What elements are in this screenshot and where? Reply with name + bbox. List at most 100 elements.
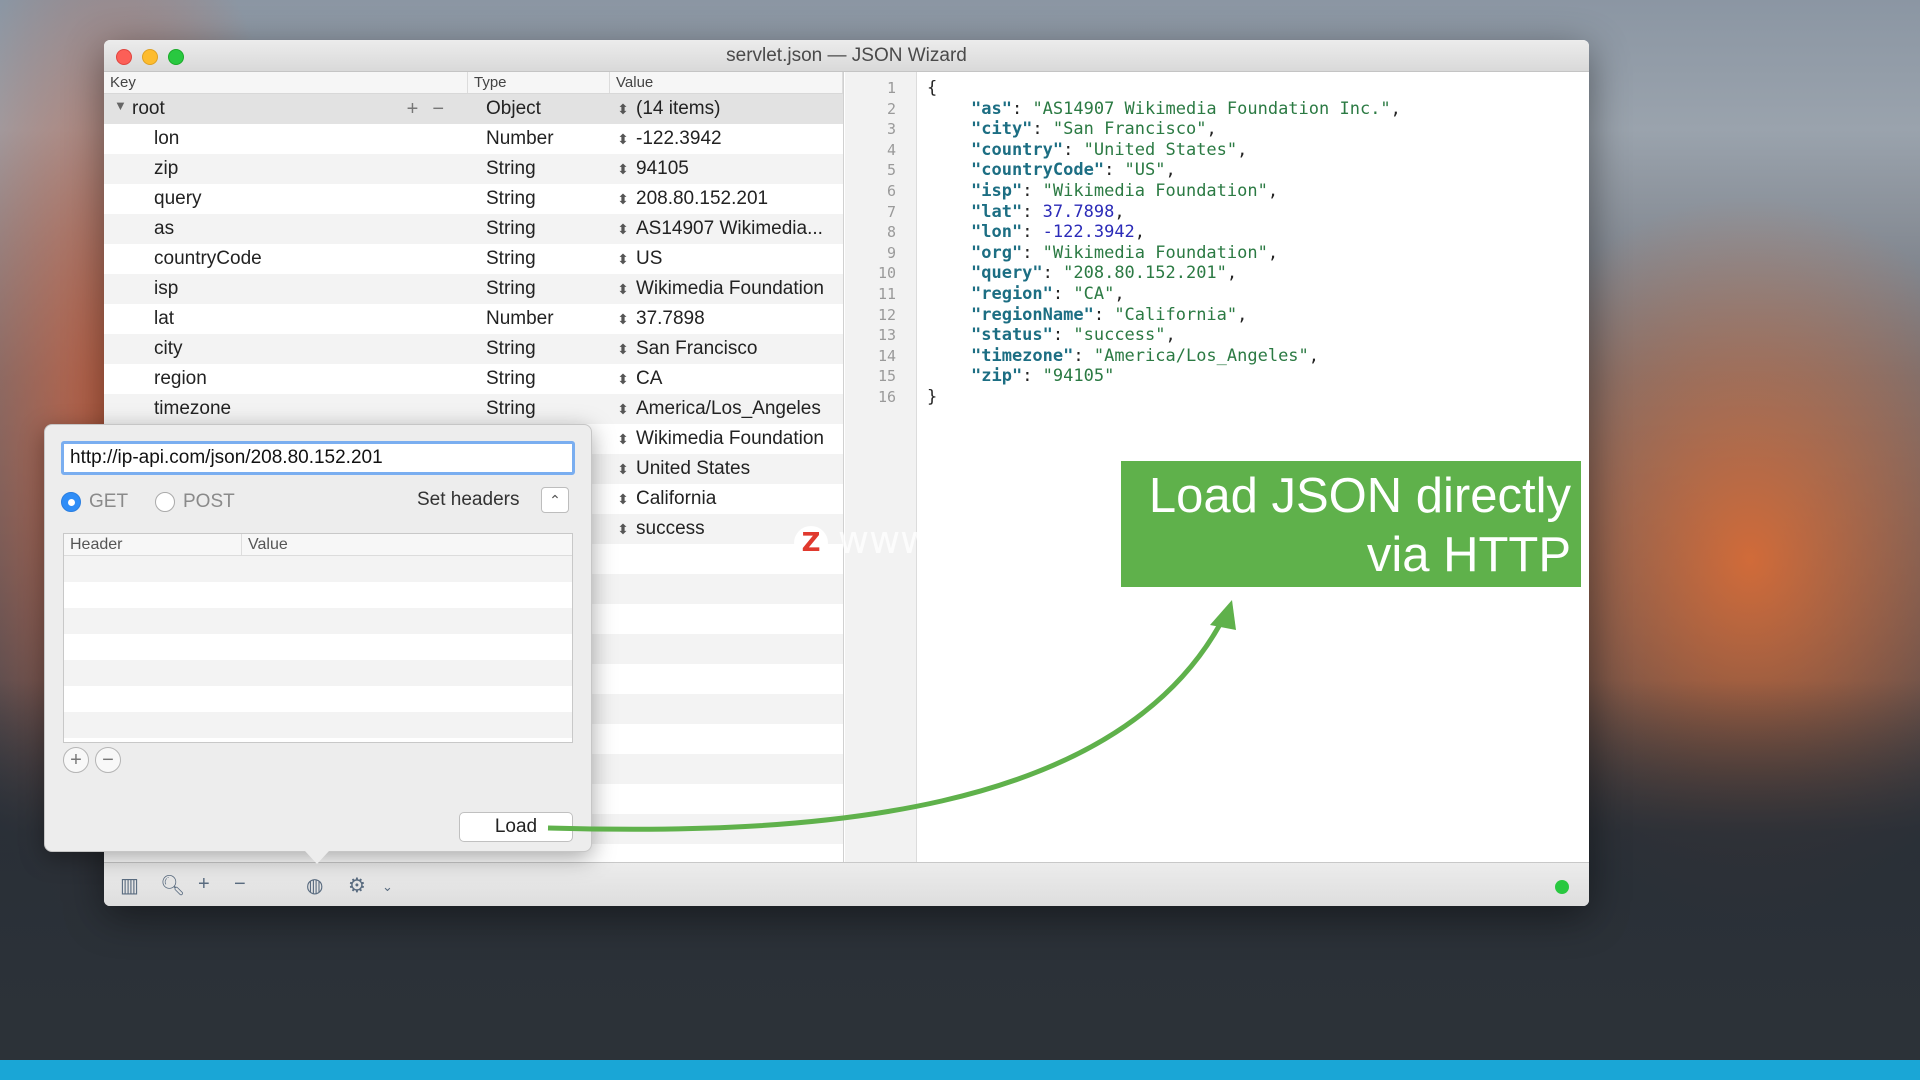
line-number: 11 <box>877 285 896 303</box>
tree-header: Key Type Value <box>104 72 843 94</box>
tree-row-root[interactable]: ▼ root +− Object ⬍ (14 items) <box>104 94 843 124</box>
row-key: zip <box>154 158 179 179</box>
code-line: "country": "United States", <box>971 139 1248 160</box>
row-type[interactable]: String <box>468 188 610 210</box>
root-add-remove-buttons[interactable]: +− <box>407 98 458 121</box>
tree-row[interactable]: city String ⬍ San Francisco <box>104 334 843 364</box>
json-value: "CA" <box>1073 284 1115 304</box>
json-value: "United States" <box>1083 139 1238 160</box>
callout-line-2: via HTTP <box>1366 528 1571 582</box>
header-column: Header <box>64 534 242 555</box>
row-type[interactable]: Object <box>468 98 610 120</box>
tree-row[interactable]: timezone String ⬍ America/Los_Angeles <box>104 394 843 424</box>
column-value-header[interactable]: Value <box>610 72 843 93</box>
add-header-button[interactable]: + <box>63 747 89 773</box>
chevron-down-icon[interactable]: ⌄ <box>382 879 393 895</box>
tree-row[interactable]: query String ⬍ 208.80.152.201 <box>104 184 843 214</box>
line-number: 15 <box>877 367 896 386</box>
close-window-button[interactable] <box>116 49 132 65</box>
tree-row[interactable]: isp String ⬍ Wikimedia Foundation <box>104 274 843 304</box>
tree-row[interactable]: as String ⬍ AS14907 Wikimedia... <box>104 214 843 244</box>
row-key: query <box>154 188 202 209</box>
search-icon[interactable]: 🔍︎ <box>160 873 185 898</box>
type-stepper-icon[interactable]: ⬍ <box>610 251 636 268</box>
json-key: "query" <box>971 263 1043 284</box>
row-type[interactable]: String <box>468 398 610 420</box>
row-type[interactable]: String <box>468 278 610 300</box>
title-bar: servlet.json — JSON Wizard <box>104 40 1589 72</box>
row-value: (14 items) <box>636 98 721 119</box>
plus-icon[interactable]: + <box>198 873 210 896</box>
type-stepper-icon[interactable]: ⬍ <box>610 521 636 538</box>
watermark-logo-icon: Z <box>794 525 828 560</box>
headers-table-header: Header Value <box>64 534 572 556</box>
radio-dot <box>61 492 81 512</box>
type-stepper-icon[interactable]: ⬍ <box>610 371 636 388</box>
row-type[interactable]: String <box>468 218 610 240</box>
type-stepper-icon[interactable]: ⬍ <box>610 191 636 208</box>
code-line: "as": "AS14907 Wikimedia Foundation Inc.… <box>971 98 1401 119</box>
line-number: 12 <box>877 305 896 324</box>
row-type[interactable]: String <box>468 368 610 390</box>
disclosure-triangle-icon[interactable]: ▼ <box>114 98 127 113</box>
type-stepper-icon[interactable]: ⬍ <box>610 461 636 478</box>
row-value: CA <box>636 368 663 389</box>
tree-row[interactable]: lon Number ⬍ -122.3942 <box>104 124 843 154</box>
column-key-header[interactable]: Key <box>104 72 468 93</box>
type-stepper-icon[interactable]: ⬍ <box>610 281 636 298</box>
globe-icon[interactable]: ◍ <box>306 873 323 898</box>
type-stepper-icon[interactable]: ⬍ <box>610 401 636 418</box>
gear-icon[interactable]: ⚙ <box>348 873 366 898</box>
row-type[interactable]: String <box>468 248 610 270</box>
radio-dot <box>155 492 175 512</box>
json-value: 37.7898 <box>1042 201 1115 222</box>
type-stepper-icon[interactable]: ⬍ <box>610 341 636 358</box>
code-line: "isp": "Wikimedia Foundation", <box>971 181 1279 201</box>
line-number: 13 <box>877 326 896 345</box>
headers-table[interactable]: Header Value <box>63 533 573 743</box>
row-value: San Francisco <box>636 338 758 359</box>
type-stepper-icon[interactable]: ⬍ <box>610 491 636 508</box>
tree-row[interactable]: region String ⬍ CA <box>104 364 843 394</box>
method-get-radio[interactable]: GET <box>61 491 128 513</box>
url-input[interactable] <box>61 441 575 475</box>
minimize-window-button[interactable] <box>142 49 158 65</box>
json-key: "timezone" <box>971 345 1074 366</box>
columns-icon[interactable]: ▥ <box>120 873 139 898</box>
type-stepper-icon[interactable]: ⬍ <box>610 161 636 178</box>
type-stepper-icon[interactable]: ⬍ <box>610 221 636 238</box>
type-stepper-icon[interactable]: ⬍ <box>610 131 636 148</box>
json-key: "as" <box>971 98 1012 119</box>
set-headers-toggle-button[interactable]: ⌃ <box>541 487 569 513</box>
tree-row[interactable]: zip String ⬍ 94105 <box>104 154 843 184</box>
row-type[interactable]: String <box>468 158 610 180</box>
row-type[interactable]: Number <box>468 308 610 330</box>
type-stepper-icon[interactable]: ⬍ <box>610 431 636 448</box>
popover-arrow <box>305 851 329 864</box>
code-line: "lat": 37.7898, <box>971 201 1125 222</box>
maximize-window-button[interactable] <box>168 49 184 65</box>
json-key: "status" <box>971 325 1053 346</box>
remove-header-button[interactable]: − <box>95 747 121 773</box>
method-post-label: POST <box>183 491 235 512</box>
type-stepper-icon[interactable]: ⬍ <box>610 311 636 328</box>
line-number: 4 <box>886 140 896 159</box>
json-key: "isp" <box>971 181 1023 201</box>
column-type-header[interactable]: Type <box>468 72 610 93</box>
minus-icon[interactable]: − <box>234 873 246 896</box>
row-key: lat <box>154 308 175 329</box>
feature-callout: Load JSON directly via HTTP <box>1121 461 1581 587</box>
load-button[interactable]: Load <box>459 812 573 842</box>
row-type[interactable]: String <box>468 338 610 360</box>
json-value: "US" <box>1124 160 1166 181</box>
method-post-radio[interactable]: POST <box>155 491 235 513</box>
row-type[interactable]: Number <box>468 128 610 150</box>
row-key: root <box>132 98 165 119</box>
json-value: "AS14907 Wikimedia Foundation Inc." <box>1032 98 1391 119</box>
tree-row[interactable]: countryCode String ⬍ US <box>104 244 843 274</box>
line-number: 7 <box>886 202 896 221</box>
type-stepper-icon[interactable]: ⬍ <box>610 101 636 118</box>
json-value: "208.80.152.201" <box>1063 263 1227 284</box>
line-number: 5 <box>886 161 896 180</box>
tree-row[interactable]: lat Number ⬍ 37.7898 <box>104 304 843 334</box>
